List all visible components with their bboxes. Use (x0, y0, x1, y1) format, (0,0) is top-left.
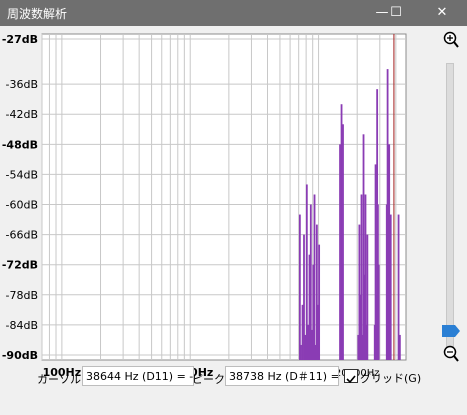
window-title: 周波数解析 (7, 7, 68, 21)
cursor-value-field: 38644 Hz (D11) = -41 dB (82, 366, 194, 386)
plot-area (41, 33, 407, 361)
y-tick-label: -42dB (6, 108, 39, 121)
peak-value-field: 38738 Hz (D＃11) = -37 dB (225, 366, 339, 386)
zoom-slider-track[interactable] (446, 63, 454, 347)
zoom-out-button[interactable] (441, 344, 461, 364)
y-tick-label: -54dB (6, 168, 39, 181)
spectrum-bar (389, 214, 392, 360)
spectrum-bar (398, 334, 401, 360)
y-tick-label: -36dB (6, 78, 39, 91)
spectrum-bar (366, 234, 369, 360)
spectrum-bar (313, 194, 316, 360)
checkmark-icon (346, 375, 356, 384)
spectrum-bar (318, 244, 321, 360)
y-tick-label: -27dB (2, 33, 38, 46)
spectrum-chart: -27dB -36dB -42dB -48dB -54dB -60dB -66dB -72dB… (2, 33, 407, 379)
y-tick-label: -90dB (2, 349, 38, 362)
maximize-button[interactable]: ☐ (381, 0, 411, 26)
cursor-label: カーソル: (37, 373, 85, 386)
zoom-slider-thumb[interactable] (442, 322, 460, 337)
y-tick-label: -66dB (6, 229, 39, 242)
zoom-in-button[interactable] (441, 30, 461, 50)
y-tick-label: -84dB (6, 319, 39, 332)
spectrum-bar (377, 264, 380, 360)
spectrum-bar (298, 214, 301, 360)
y-tick-label: -78dB (6, 289, 39, 302)
close-button[interactable]: ✕ (427, 0, 457, 26)
spectrum-bar (342, 124, 344, 361)
zoom-in-icon (443, 31, 459, 48)
y-tick-label: -48dB (2, 138, 38, 151)
y-tick-label: -60dB (6, 199, 39, 212)
y-tick-label: -72dB (2, 259, 38, 272)
peak-label: ピーク: (192, 373, 229, 386)
zoom-out-icon (443, 345, 459, 362)
spectrum-bar (388, 144, 391, 360)
grid-checkbox[interactable] (344, 369, 358, 384)
title-bar: 周波数解析 — ☐ ✕ (0, 0, 467, 26)
grid-checkbox-label[interactable]: グリッド(G) (360, 370, 421, 386)
